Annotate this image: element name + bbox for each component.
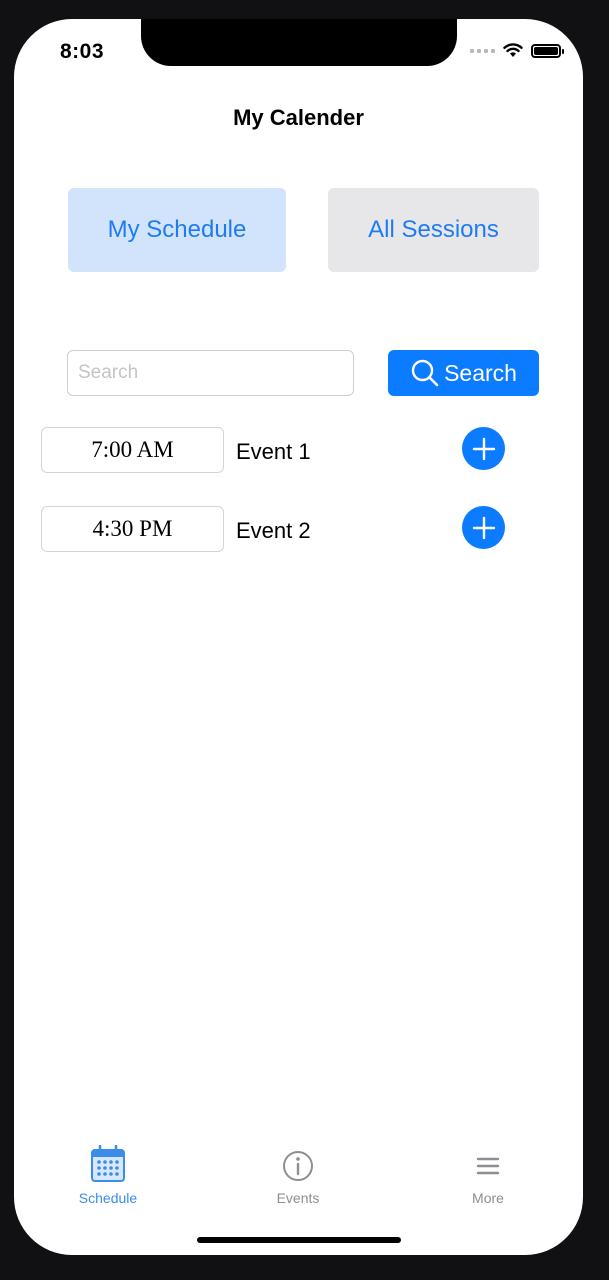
- tab-label: Events: [276, 1190, 320, 1206]
- search-input[interactable]: [67, 350, 354, 396]
- event-name: Event 2: [236, 518, 311, 543]
- app-screen: 8:03 My Calender My Schedule All Session…: [14, 19, 583, 1255]
- info-icon: [283, 1151, 313, 1181]
- plus-icon: [472, 516, 495, 539]
- event-name: Event 1: [236, 439, 311, 464]
- menu-icon: [476, 1157, 500, 1175]
- home-indicator[interactable]: [197, 1237, 401, 1243]
- add-event-button[interactable]: [462, 427, 505, 470]
- event-time-field[interactable]: 4:30 PM: [41, 506, 224, 552]
- calendar-icon: [91, 1144, 125, 1182]
- event-time-field[interactable]: 7:00 AM: [41, 427, 224, 473]
- event-row: 4:30 PM Event 2: [14, 506, 583, 554]
- device-notch: [141, 19, 457, 66]
- status-time: 8:03: [60, 40, 105, 63]
- page-title: My Calender: [233, 105, 364, 130]
- my-schedule-button[interactable]: My Schedule: [68, 188, 286, 272]
- search-button-label: Search: [444, 359, 517, 386]
- search-icon: [411, 359, 439, 387]
- my-schedule-label: My Schedule: [107, 216, 247, 243]
- all-sessions-label: All Sessions: [368, 216, 499, 243]
- wifi-icon: [503, 43, 523, 57]
- tab-schedule[interactable]: Schedule: [48, 1144, 168, 1206]
- tab-more[interactable]: More: [428, 1145, 548, 1206]
- event-row: 7:00 AM Event 1: [14, 427, 583, 475]
- tab-bar: Schedule Events More: [14, 1144, 583, 1215]
- battery-icon: [531, 43, 564, 58]
- search-button[interactable]: Search: [388, 350, 539, 396]
- tab-label: Schedule: [78, 1190, 138, 1206]
- plus-icon: [472, 437, 495, 460]
- all-sessions-button[interactable]: All Sessions: [328, 188, 539, 272]
- tab-events[interactable]: Events: [238, 1145, 358, 1206]
- device-frame: 8:03 My Calender My Schedule All Session…: [0, 0, 609, 1280]
- add-event-button[interactable]: [462, 506, 505, 549]
- status-icons: [470, 43, 564, 58]
- cellular-signal-icon: [470, 48, 495, 53]
- tab-label: More: [472, 1190, 504, 1206]
